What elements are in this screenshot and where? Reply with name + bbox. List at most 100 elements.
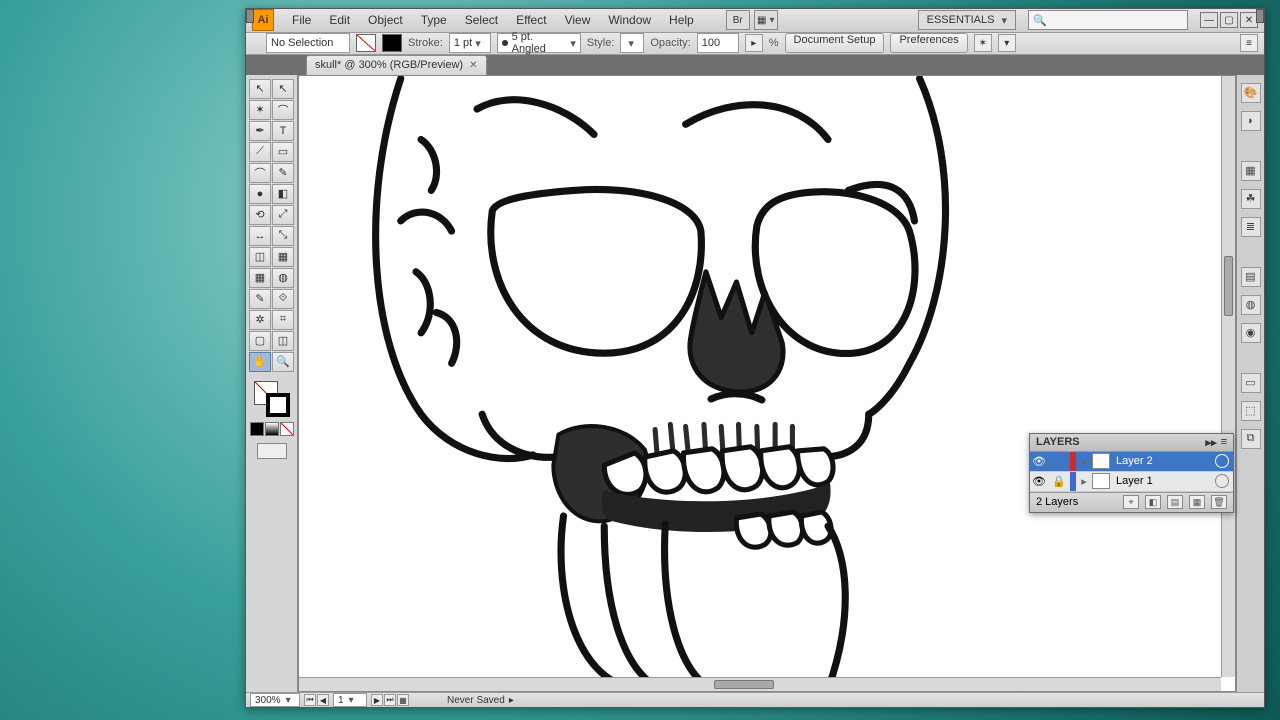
workspace-switcher[interactable]: ESSENTIALS bbox=[918, 10, 1016, 30]
mesh-tool[interactable]: ▦ bbox=[249, 268, 271, 288]
preferences-button[interactable]: Preferences bbox=[890, 33, 967, 53]
blend-tool[interactable]: ⟐ bbox=[272, 289, 294, 309]
menu-select[interactable]: Select bbox=[457, 9, 506, 31]
artboard-next-icon[interactable]: ▶ bbox=[371, 694, 383, 706]
color-mode-solid[interactable] bbox=[250, 422, 264, 436]
layers-panel-titlebar[interactable]: LAYERS ▸▸ ≡ bbox=[1030, 434, 1233, 452]
slice-tool[interactable]: ◫ bbox=[272, 331, 294, 351]
opacity-stepper[interactable]: ▸ bbox=[745, 34, 763, 52]
artboard-navigator-icon[interactable]: ▦ bbox=[397, 694, 409, 706]
window-maximize-button[interactable]: ▢ bbox=[1220, 12, 1238, 28]
delete-layer-icon[interactable]: 🗑 bbox=[1211, 495, 1227, 509]
pencil-tool[interactable]: ✎ bbox=[272, 163, 294, 183]
target-icon[interactable] bbox=[1215, 454, 1229, 468]
pen-tool[interactable]: ✒ bbox=[249, 121, 271, 141]
layer-row[interactable]: 👁🔒▸Layer 1 bbox=[1030, 472, 1233, 492]
shape-builder-tool[interactable]: ◫ bbox=[249, 247, 271, 267]
transparency-icon[interactable]: ◉ bbox=[1241, 323, 1261, 343]
artboard-last-icon[interactable]: ⏭ bbox=[384, 694, 396, 706]
horizontal-scrollbar-thumb[interactable] bbox=[714, 680, 774, 689]
eraser-tool[interactable]: ◧ bbox=[272, 184, 294, 204]
select-similar-button[interactable]: ✶ bbox=[974, 34, 992, 52]
color-mode-none[interactable] bbox=[280, 422, 294, 436]
arrange-documents-button[interactable]: ▦ bbox=[754, 10, 778, 30]
selection-tool[interactable]: ↖ bbox=[249, 79, 271, 99]
gradient-tool[interactable]: ◍ bbox=[272, 268, 294, 288]
stroke-indicator[interactable] bbox=[266, 393, 290, 417]
new-sublayer-icon[interactable]: ▤ bbox=[1167, 495, 1183, 509]
width-tool[interactable]: ↔ bbox=[249, 226, 271, 246]
type-tool[interactable]: T bbox=[272, 121, 294, 141]
control-menu-icon[interactable]: ≡ bbox=[1240, 34, 1258, 52]
visibility-toggle-icon[interactable]: 👁 bbox=[1030, 455, 1048, 468]
direct-selection-tool[interactable]: ↖ bbox=[272, 79, 294, 99]
canvas[interactable] bbox=[298, 75, 1236, 692]
stroke-width-field[interactable]: 1 pt bbox=[449, 33, 491, 53]
menu-object[interactable]: Object bbox=[360, 9, 411, 31]
layer-name[interactable]: Layer 1 bbox=[1112, 475, 1213, 487]
scale-tool[interactable]: ⤢ bbox=[272, 205, 294, 225]
layer-name[interactable]: Layer 2 bbox=[1112, 455, 1213, 467]
brushes-icon[interactable]: ≣ bbox=[1241, 217, 1261, 237]
column-graph-tool[interactable]: ⌗ bbox=[272, 310, 294, 330]
color-guide-icon[interactable]: ◗ bbox=[1241, 111, 1261, 131]
locate-object-icon[interactable]: ⌖ bbox=[1123, 495, 1139, 509]
horizontal-scrollbar[interactable] bbox=[299, 677, 1221, 691]
panel-collapse-icon[interactable]: ▸▸ bbox=[1206, 436, 1217, 449]
lasso-tool[interactable]: ⌒ bbox=[272, 100, 294, 120]
status-menu-icon[interactable]: ▸ bbox=[509, 695, 514, 706]
menu-help[interactable]: Help bbox=[661, 9, 702, 31]
menu-effect[interactable]: Effect bbox=[508, 9, 554, 31]
symbol-sprayer-tool[interactable]: ✲ bbox=[249, 310, 271, 330]
perspective-grid-tool[interactable]: ▦ bbox=[272, 247, 294, 267]
fill-stroke-controls[interactable] bbox=[252, 379, 292, 419]
rotate-tool[interactable]: ⟲ bbox=[249, 205, 271, 225]
close-tab-icon[interactable]: ✕ bbox=[469, 60, 477, 71]
stroke-icon[interactable]: ▤ bbox=[1241, 267, 1261, 287]
artboard-prev-icon[interactable]: ◀ bbox=[317, 694, 329, 706]
graphic-style-field[interactable] bbox=[620, 33, 644, 53]
panel-collapse-left[interactable] bbox=[246, 9, 254, 23]
appearance-icon[interactable]: ▭ bbox=[1241, 373, 1261, 393]
graphic-styles-icon[interactable]: ⬚ bbox=[1241, 401, 1261, 421]
search-box[interactable]: 🔍 bbox=[1028, 10, 1188, 30]
eyedropper-tool[interactable]: ✎ bbox=[249, 289, 271, 309]
blob-brush-tool[interactable]: ● bbox=[249, 184, 271, 204]
stroke-swatch[interactable] bbox=[382, 34, 402, 52]
zoom-field[interactable]: 300% bbox=[250, 693, 300, 707]
free-transform-tool[interactable]: ⤡ bbox=[272, 226, 294, 246]
visibility-toggle-icon[interactable]: 👁 bbox=[1030, 475, 1048, 488]
vertical-scrollbar[interactable] bbox=[1221, 76, 1235, 677]
panel-menu-icon[interactable]: ≡ bbox=[1221, 436, 1227, 449]
disclosure-triangle-icon[interactable]: ▸ bbox=[1078, 455, 1090, 468]
bridge-button[interactable]: Br bbox=[726, 10, 750, 30]
rectangle-tool[interactable]: ▭ bbox=[272, 142, 294, 162]
fill-swatch[interactable] bbox=[356, 34, 376, 52]
document-setup-button[interactable]: Document Setup bbox=[785, 33, 885, 53]
color-icon[interactable]: 🎨 bbox=[1241, 83, 1261, 103]
artboard-tool[interactable]: ▢ bbox=[249, 331, 271, 351]
menu-window[interactable]: Window bbox=[600, 9, 659, 31]
panel-collapse-right[interactable] bbox=[1256, 9, 1264, 23]
align-button[interactable]: ▾ bbox=[998, 34, 1016, 52]
window-minimize-button[interactable]: — bbox=[1200, 12, 1218, 28]
color-mode-gradient[interactable] bbox=[265, 422, 279, 436]
menu-type[interactable]: Type bbox=[413, 9, 455, 31]
brush-definition[interactable]: 5 pt. Angled bbox=[497, 33, 581, 53]
layers-panel[interactable]: LAYERS ▸▸ ≡ 👁▸Layer 2👁🔒▸Layer 1 2 Layers… bbox=[1029, 433, 1234, 513]
menu-view[interactable]: View bbox=[557, 9, 599, 31]
magic-wand-tool[interactable]: ✶ bbox=[249, 100, 271, 120]
layers-icon[interactable]: ⧉ bbox=[1241, 429, 1261, 449]
vertical-scrollbar-thumb[interactable] bbox=[1224, 256, 1233, 316]
swatches-icon[interactable]: ▦ bbox=[1241, 161, 1261, 181]
lock-toggle-icon[interactable]: 🔒 bbox=[1050, 475, 1068, 488]
zoom-tool[interactable]: 🔍 bbox=[272, 352, 294, 372]
line-tool[interactable]: ⟋ bbox=[249, 142, 271, 162]
screen-mode-button[interactable] bbox=[257, 443, 287, 459]
document-tab[interactable]: skull* @ 300% (RGB/Preview) ✕ bbox=[306, 55, 487, 75]
new-layer-icon[interactable]: ▦ bbox=[1189, 495, 1205, 509]
menu-edit[interactable]: Edit bbox=[321, 9, 358, 31]
menu-file[interactable]: File bbox=[284, 9, 319, 31]
target-icon[interactable] bbox=[1215, 474, 1229, 488]
hand-tool[interactable]: ✋ bbox=[249, 352, 271, 372]
